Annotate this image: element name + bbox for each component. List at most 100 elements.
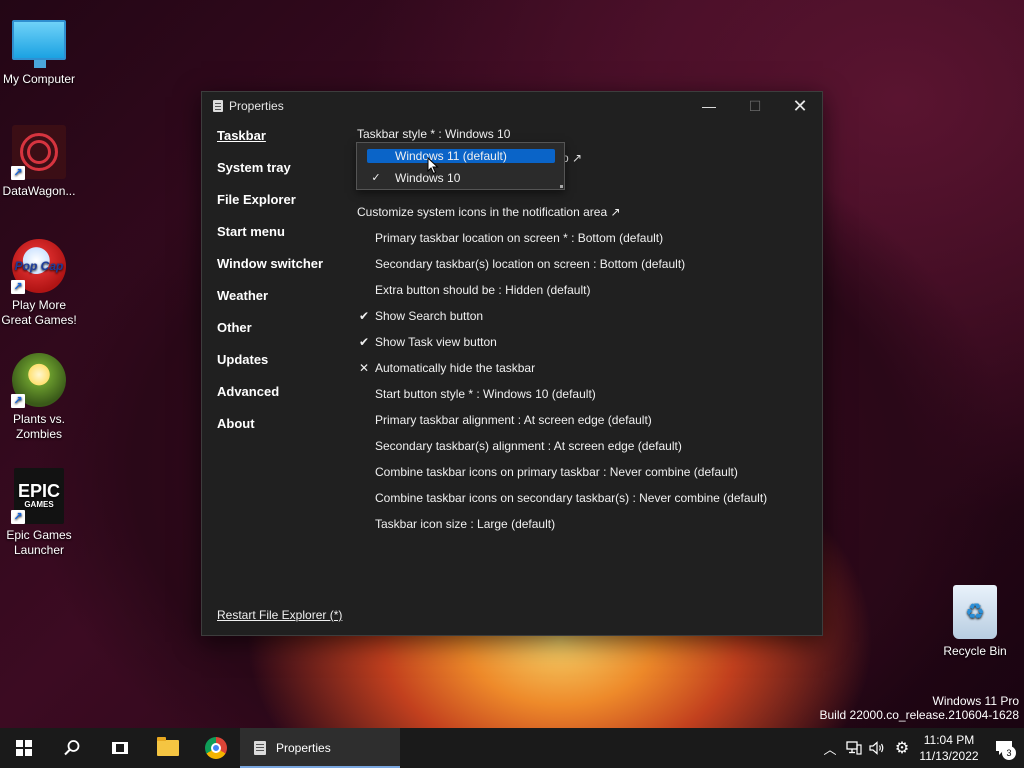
settings-nav: Taskbar System tray File Explorer Start …: [217, 128, 347, 448]
popcap-icon: Pop Cap ↗: [11, 238, 67, 294]
nav-item-start-menu[interactable]: Start menu: [217, 224, 347, 256]
setting-label: Show Task view button: [375, 335, 497, 349]
hidden-link-fragment: p ↗: [562, 151, 583, 165]
network-icon[interactable]: [842, 728, 866, 768]
windows-logo-icon: [16, 740, 32, 756]
checkmark-icon: ✔: [358, 309, 370, 323]
dropdown-option-windows-11[interactable]: Windows 11 (default): [367, 149, 555, 163]
chrome-taskbar-button[interactable]: [192, 728, 240, 768]
setting-label: Taskbar icon size : Large (default): [375, 517, 556, 531]
desktop-icon-epic-games[interactable]: EPIC GAMES ↗ Epic Games Launcher: [0, 468, 78, 558]
cross-icon: ✕: [358, 361, 370, 375]
desktop-icon-my-computer[interactable]: My Computer: [0, 12, 78, 87]
nav-item-system-tray[interactable]: System tray: [217, 160, 347, 192]
resize-grip-icon: [560, 185, 563, 188]
taskbar-style-dropdown[interactable]: Windows 11 (default) ✓ Windows 10: [356, 142, 565, 190]
checkmark-icon: ✔: [358, 335, 370, 349]
nav-item-window-switcher[interactable]: Window switcher: [217, 256, 347, 288]
nav-item-file-explorer[interactable]: File Explorer: [217, 192, 347, 224]
window-title: Properties: [229, 99, 284, 113]
recycle-bin-icon: ♻: [947, 584, 1003, 640]
restart-file-explorer-link[interactable]: Restart File Explorer (*): [217, 608, 342, 622]
setting-auto-hide-taskbar[interactable]: ✕ Automatically hide the taskbar: [359, 360, 536, 376]
setting-label: Secondary taskbar(s) location on screen …: [375, 257, 686, 271]
setting-label: Combine taskbar icons on primary taskbar…: [375, 465, 738, 479]
desktop-icon-recycle-bin[interactable]: ♻ Recycle Bin: [936, 584, 1014, 659]
setting-combine-primary[interactable]: Combine taskbar icons on primary taskbar…: [375, 464, 738, 480]
setting-primary-taskbar-alignment[interactable]: Primary taskbar alignment : At screen ed…: [375, 412, 652, 428]
settings-gear-icon[interactable]: ⚙: [890, 728, 914, 768]
customize-system-icons-link[interactable]: Customize system icons in the notificati…: [357, 204, 621, 220]
minimize-button[interactable]: —: [686, 92, 732, 120]
desktop-icon-label: DataWagon...: [2, 184, 76, 198]
setting-label: Automatically hide the taskbar: [375, 361, 536, 375]
desktop-icon-popcap[interactable]: Pop Cap ↗ Play More Great Games!: [0, 238, 78, 328]
nav-item-weather[interactable]: Weather: [217, 288, 347, 320]
setting-label: Primary taskbar alignment : At screen ed…: [375, 413, 652, 427]
nav-item-advanced[interactable]: Advanced: [217, 384, 347, 416]
setting-label: Extra button should be : Hidden (default…: [375, 283, 591, 297]
setting-taskbar-icon-size[interactable]: Taskbar icon size : Large (default): [375, 516, 555, 532]
setting-primary-taskbar-location[interactable]: Primary taskbar location on screen * : B…: [375, 230, 663, 246]
taskbar-style-setting[interactable]: Taskbar style * : Windows 10: [357, 126, 510, 142]
setting-secondary-taskbar-location[interactable]: Secondary taskbar(s) location on screen …: [375, 256, 685, 272]
clock-time: 11:04 PM: [923, 733, 975, 747]
dropdown-option-label: Windows 11 (default): [395, 149, 507, 163]
setting-label: Show Search button: [375, 309, 484, 323]
epic-games-icon: EPIC GAMES ↗: [11, 468, 67, 524]
nav-item-taskbar[interactable]: Taskbar: [217, 128, 347, 160]
datawagon-icon: ↗: [11, 124, 67, 180]
nav-item-about[interactable]: About: [217, 416, 347, 448]
check-icon: ✓: [371, 172, 381, 184]
nav-item-updates[interactable]: Updates: [217, 352, 347, 384]
dropdown-option-windows-10[interactable]: ✓ Windows 10: [367, 171, 555, 185]
close-button[interactable]: ✕: [777, 92, 823, 120]
properties-app-icon: [213, 100, 223, 112]
setting-start-button-style[interactable]: Start button style * : Windows 10 (defau…: [375, 386, 596, 402]
nav-item-other[interactable]: Other: [217, 320, 347, 352]
chrome-icon: [205, 737, 227, 759]
taskbar-app-label: Properties: [276, 741, 331, 755]
task-view-icon: [112, 742, 128, 754]
start-button[interactable]: [0, 728, 48, 768]
setting-combine-secondary[interactable]: Combine taskbar icons on secondary taskb…: [375, 490, 767, 506]
setting-label: Combine taskbar icons on secondary taskb…: [375, 491, 768, 505]
setting-label: Primary taskbar location on screen * : B…: [375, 231, 664, 245]
title-bar[interactable]: Properties — ☐ ✕: [202, 92, 822, 120]
show-hidden-icons-chevron-icon[interactable]: ︿: [818, 728, 842, 768]
file-explorer-taskbar-button[interactable]: [144, 728, 192, 768]
volume-icon[interactable]: [866, 728, 890, 768]
setting-label: Start button style * : Windows 10 (defau…: [375, 387, 596, 401]
desktop-icon-datawagon[interactable]: ↗ DataWagon...: [0, 124, 78, 199]
shortcut-arrow-icon: ↗: [11, 394, 25, 408]
windows-watermark: Windows 11 Pro Build 22000.co_release.21…: [820, 694, 1020, 722]
clock[interactable]: 11:04 PM 11/13/2022: [914, 732, 984, 764]
computer-icon: [11, 12, 67, 68]
setting-show-search-button[interactable]: ✔ Show Search button: [359, 308, 484, 324]
desktop-icon-label: Epic Games Launcher: [6, 528, 72, 557]
setting-label: Secondary taskbar(s) alignment : At scre…: [375, 439, 682, 453]
desktop-icon-plants-vs-zombies[interactable]: ↗ Plants vs. Zombies: [0, 352, 78, 442]
search-button[interactable]: [48, 728, 96, 768]
system-tray: ︿ ⚙ 11:04 PM 11/13/2022 3: [818, 728, 1024, 768]
plants-vs-zombies-icon: ↗: [11, 352, 67, 408]
shortcut-arrow-icon: ↗: [11, 510, 25, 524]
setting-show-task-view-button[interactable]: ✔ Show Task view button: [359, 334, 497, 350]
desktop-icon-label: Play More Great Games!: [1, 298, 77, 327]
properties-app-icon: [254, 741, 266, 755]
setting-secondary-taskbar-alignment[interactable]: Secondary taskbar(s) alignment : At scre…: [375, 438, 682, 454]
desktop-icon-label: Recycle Bin: [943, 644, 1007, 658]
task-view-button[interactable]: [96, 728, 144, 768]
properties-taskbar-button[interactable]: Properties: [240, 728, 400, 768]
notification-count-badge: 3: [1002, 746, 1016, 760]
watermark-build: Build 22000.co_release.210604-1628: [819, 708, 1020, 722]
maximize-button[interactable]: ☐: [732, 92, 778, 120]
notification-center-button[interactable]: 3: [984, 728, 1024, 768]
search-icon: [64, 740, 80, 756]
desktop-icon-label: Plants vs. Zombies: [12, 412, 66, 441]
shortcut-arrow-icon: ↗: [11, 166, 25, 180]
setting-extra-button[interactable]: Extra button should be : Hidden (default…: [375, 282, 590, 298]
watermark-edition: Windows 11 Pro: [932, 694, 1019, 708]
desktop-icon-label: My Computer: [2, 72, 76, 86]
taskbar: Properties ︿ ⚙ 11:04 PM 11/13/2022 3: [0, 728, 1024, 768]
